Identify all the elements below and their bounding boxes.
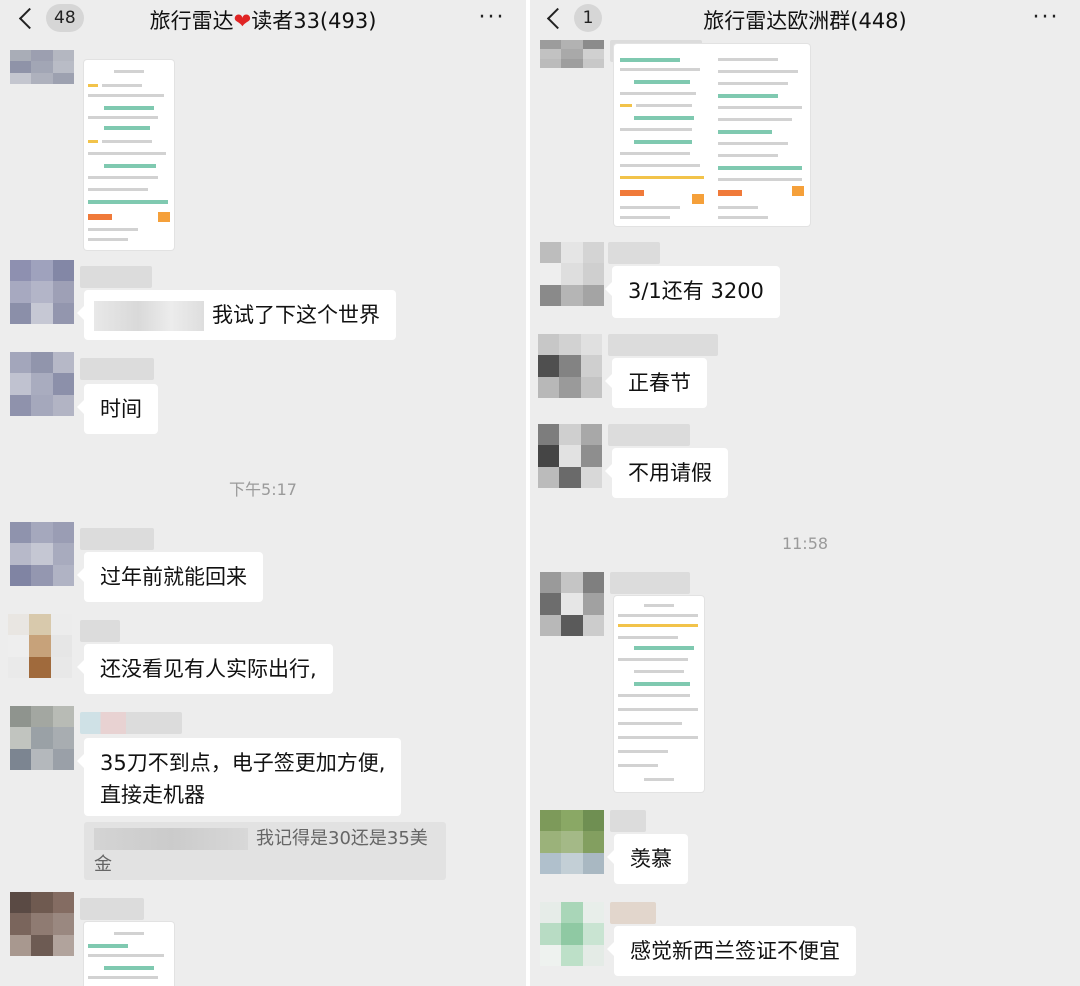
message-text: 不用请假 bbox=[628, 461, 712, 485]
timestamp: 下午5:17 bbox=[229, 480, 297, 499]
message-text: 直接走机器 bbox=[100, 783, 205, 807]
message-text: 感觉新西兰签证不便宜 bbox=[630, 939, 840, 963]
avatar[interactable] bbox=[540, 242, 604, 306]
chat-panel-left: 48 旅行雷达❤读者33(493) ··· 我试了下这个世界 时间 下午5:17… bbox=[0, 0, 526, 986]
chevron-left-icon bbox=[18, 7, 41, 29]
chat-title-part1: 旅行雷达 bbox=[149, 9, 234, 33]
message-text: 我试了下这个世界 bbox=[212, 303, 380, 327]
message-bubble[interactable]: 正春节 bbox=[605, 358, 707, 408]
redacted-text bbox=[94, 828, 248, 850]
avatar[interactable] bbox=[538, 334, 602, 398]
avatar[interactable] bbox=[10, 522, 74, 586]
quote-text: 金 bbox=[94, 854, 112, 875]
sender-name bbox=[610, 572, 690, 594]
redacted-text bbox=[94, 301, 204, 331]
timestamp: 11:58 bbox=[781, 534, 829, 553]
sender-name bbox=[608, 242, 660, 264]
message-text: 35刀不到点，电子签更加方便, bbox=[100, 751, 386, 775]
message-text: 正春节 bbox=[628, 371, 691, 395]
avatar[interactable] bbox=[540, 40, 604, 68]
message-bubble[interactable]: 3/1还有 3200 bbox=[605, 266, 780, 318]
avatar[interactable] bbox=[540, 810, 604, 874]
message-text: 过年前就能回来 bbox=[100, 565, 247, 589]
sender-name bbox=[608, 334, 718, 356]
sender-name bbox=[80, 528, 154, 550]
sender-name bbox=[80, 712, 182, 734]
message-bubble[interactable]: 羡慕 bbox=[607, 834, 688, 884]
sender-name bbox=[610, 902, 656, 924]
more-options-button[interactable]: ··· bbox=[1028, 7, 1064, 34]
avatar[interactable] bbox=[540, 902, 604, 966]
avatar[interactable] bbox=[10, 706, 74, 770]
sender-name bbox=[80, 358, 154, 380]
chevron-left-icon bbox=[546, 7, 569, 29]
message-text: 还没看见有人实际出行, bbox=[100, 657, 317, 681]
avatar[interactable] bbox=[540, 572, 604, 636]
image-message-screenshot[interactable] bbox=[84, 60, 174, 250]
image-message-screenshot[interactable] bbox=[84, 922, 174, 986]
message-bubble[interactable]: 还没看见有人实际出行, bbox=[77, 644, 333, 694]
image-message-screenshot[interactable] bbox=[614, 44, 810, 226]
message-bubble[interactable]: 感觉新西兰签证不便宜 bbox=[607, 926, 856, 976]
message-bubble[interactable]: 过年前就能回来 bbox=[77, 552, 263, 602]
message-bubble[interactable]: 35刀不到点，电子签更加方便, 直接走机器 bbox=[76, 738, 402, 816]
message-bubble[interactable]: 我试了下这个世界 bbox=[77, 290, 396, 340]
more-options-button[interactable]: ··· bbox=[474, 7, 510, 34]
heart-icon: ❤ bbox=[233, 9, 252, 33]
message-text: 3/1还有 3200 bbox=[628, 279, 764, 303]
sender-name bbox=[80, 266, 152, 288]
image-message-screenshot[interactable] bbox=[614, 596, 704, 792]
chat-title: 旅行雷达❤读者33(493) bbox=[60, 0, 466, 42]
chat-header: 48 旅行雷达❤读者33(493) ··· bbox=[0, 0, 526, 46]
avatar[interactable] bbox=[10, 892, 74, 956]
avatar[interactable] bbox=[10, 260, 74, 324]
message-bubble[interactable]: 不用请假 bbox=[605, 448, 728, 498]
quote-text: 我记得是30还是35美 bbox=[256, 828, 428, 849]
avatar[interactable] bbox=[10, 352, 74, 416]
message-text: 时间 bbox=[100, 397, 142, 421]
sender-name bbox=[610, 810, 646, 832]
message-text: 羡慕 bbox=[630, 847, 672, 871]
chat-title: 旅行雷达欧洲群(448) bbox=[703, 9, 907, 33]
sender-name bbox=[608, 424, 690, 446]
quoted-reply[interactable]: 我记得是30还是35美 金 bbox=[84, 822, 446, 880]
sender-name bbox=[80, 898, 144, 920]
sender-name bbox=[80, 620, 120, 642]
avatar[interactable] bbox=[538, 424, 602, 488]
message-bubble[interactable]: 时间 bbox=[77, 384, 158, 434]
avatar[interactable] bbox=[8, 614, 72, 678]
avatar[interactable] bbox=[10, 50, 74, 84]
chat-title-part2: 读者33(493) bbox=[251, 9, 377, 33]
chat-panel-right: 1 旅行雷达欧洲群(448) ··· 3/1还有 3200 正春节 不用请假 1… bbox=[530, 0, 1080, 986]
